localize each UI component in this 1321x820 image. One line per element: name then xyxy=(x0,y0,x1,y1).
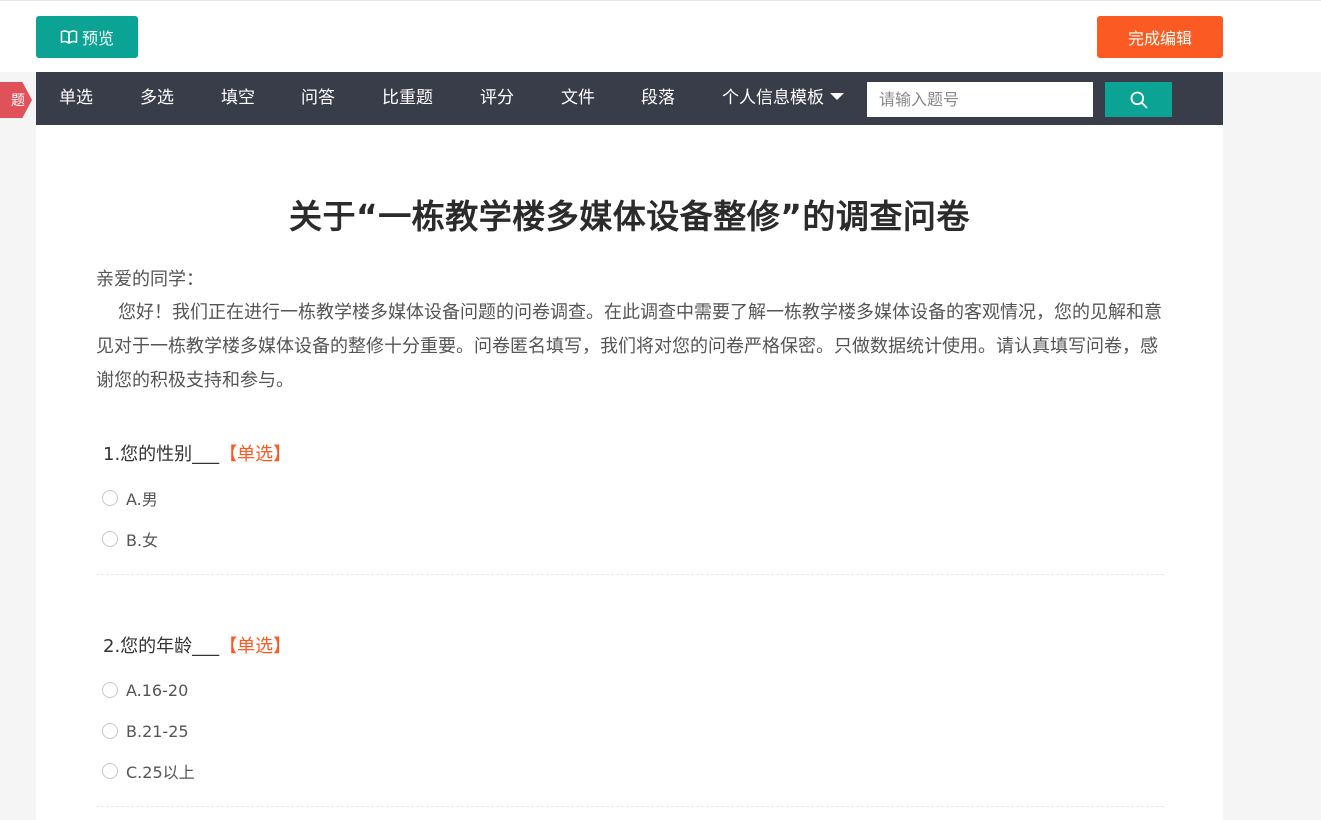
search-button[interactable] xyxy=(1105,82,1172,117)
survey-intro[interactable]: 您好！我们正在进行一栋教学楼多媒体设备问题的问卷调查。在此调查中需要了解一栋教学… xyxy=(96,296,1166,398)
question-1-option-b[interactable]: B.女 xyxy=(102,528,158,550)
survey-title[interactable]: 关于“一栋教学楼多媒体设备整修”的调查问卷 xyxy=(36,190,1223,238)
tool-paragraph[interactable]: 段落 xyxy=(641,72,675,125)
radio-icon[interactable] xyxy=(102,531,118,547)
tool-personal-info-template[interactable]: 个人信息模板 xyxy=(722,72,844,125)
question-2-type-tag: 【单选】 xyxy=(219,636,292,657)
question-divider xyxy=(96,574,1164,575)
question-1-title[interactable]: 1.您的性别___【单选】 xyxy=(103,442,291,468)
question-2-option-a[interactable]: A.16-20 xyxy=(102,679,188,701)
option-label: A.16-20 xyxy=(126,680,189,700)
question-number-search-input[interactable] xyxy=(867,82,1093,117)
option-label: A.男 xyxy=(126,490,158,509)
top-bar: 预览 完成编辑 xyxy=(0,0,1321,72)
side-tag-label: 题 xyxy=(11,93,25,109)
question-2-option-c[interactable]: C.25以上 xyxy=(102,760,195,782)
survey-greeting: 亲爱的同学： xyxy=(96,269,204,290)
tool-rating[interactable]: 评分 xyxy=(480,72,514,125)
personal-info-template-label: 个人信息模板 xyxy=(722,88,824,108)
question-1-type-tag: 【单选】 xyxy=(219,444,292,465)
search-icon xyxy=(1130,91,1147,108)
radio-icon[interactable] xyxy=(102,490,118,506)
tool-fill-blank[interactable]: 填空 xyxy=(221,72,255,125)
option-label: C.25以上 xyxy=(126,763,195,782)
question-1-option-a[interactable]: A.男 xyxy=(102,487,158,509)
question-2-title[interactable]: 2.您的年龄___【单选】 xyxy=(103,634,291,660)
question-divider xyxy=(96,806,1164,807)
preview-button[interactable]: 预览 xyxy=(36,16,138,58)
finish-edit-button[interactable]: 完成编辑 xyxy=(1097,16,1223,58)
tool-file[interactable]: 文件 xyxy=(561,72,595,125)
tool-proportion[interactable]: 比重题 xyxy=(382,72,433,125)
option-label: B.21-25 xyxy=(126,721,189,741)
side-tag[interactable]: 题 xyxy=(0,82,32,118)
radio-icon[interactable] xyxy=(102,763,118,779)
radio-icon[interactable] xyxy=(102,723,118,739)
radio-icon[interactable] xyxy=(102,682,118,698)
tool-single-choice[interactable]: 单选 xyxy=(59,72,93,125)
book-icon xyxy=(60,30,78,44)
tool-multiple-choice[interactable]: 多选 xyxy=(140,72,174,125)
tool-short-answer[interactable]: 问答 xyxy=(301,72,335,125)
caret-down-icon xyxy=(830,93,844,100)
question-2-option-b[interactable]: B.21-25 xyxy=(102,720,189,742)
option-label: B.女 xyxy=(126,531,159,550)
question-2-text: 2.您的年龄___ xyxy=(103,636,220,657)
preview-label: 预览 xyxy=(81,29,114,48)
question-1-text: 1.您的性别___ xyxy=(103,444,220,465)
